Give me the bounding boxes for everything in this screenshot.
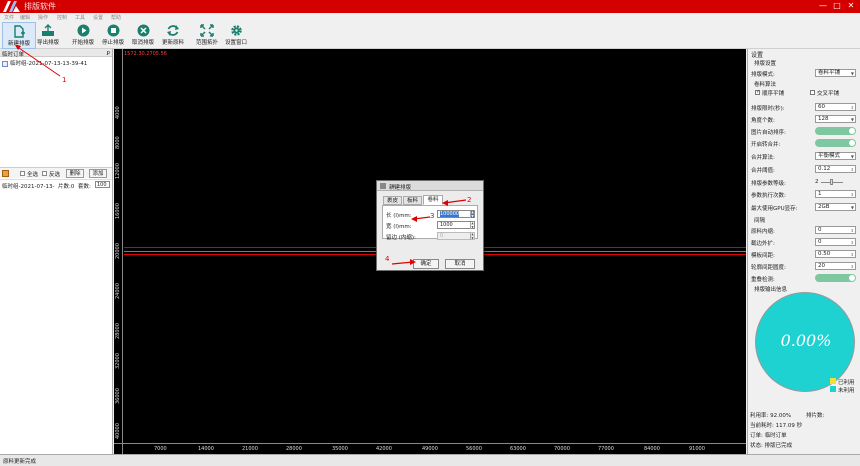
exec-count-label: 参数执行次数: xyxy=(751,193,786,199)
output-info-heading: 排版输出信息 xyxy=(754,287,788,293)
annotation-arrows xyxy=(15,45,467,265)
current-order: 订单: 临时订单 xyxy=(750,433,787,439)
legend-unused-swatch xyxy=(830,386,836,392)
spinner-icon: ⇕ xyxy=(850,240,854,245)
spinner-icon: ⇕ xyxy=(850,228,854,233)
legend-used-label: 已利用 xyxy=(838,380,855,386)
max-gpu-label: 最大使用GPU显存: xyxy=(751,206,798,212)
sequential-tile-checkbox[interactable] xyxy=(755,89,760,95)
edge-extension-value: 0 xyxy=(818,239,822,245)
overlap-check-label: 重叠检测: xyxy=(751,277,775,283)
algo-heading: 卷料算法 xyxy=(754,82,777,88)
time-limit-label: 排版限时(秒): xyxy=(751,106,785,112)
angle-count-value: 128 xyxy=(818,116,829,122)
chevron-down-icon: ▼ xyxy=(850,117,854,122)
cross-tile-label: 交叉平铺 xyxy=(817,91,840,97)
annotation-1: 1 xyxy=(62,76,67,84)
exec-count-input[interactable]: 1 ⇕ xyxy=(815,190,856,198)
angle-count-label: 角度个数: xyxy=(751,118,775,124)
mode-select[interactable]: 卷料平铺 ▼ xyxy=(815,69,856,77)
block-gap-value: 0.50 xyxy=(818,251,831,257)
block-gap-input[interactable]: 0.50 ⇕ xyxy=(815,250,856,258)
outline-input[interactable]: 20 ⇕ xyxy=(815,262,856,270)
inner-gap-input[interactable]: 0 ⇕ xyxy=(815,226,856,234)
spinner-icon: ⇕ xyxy=(850,252,854,257)
param-level-label: 排版参数等级: xyxy=(751,181,786,187)
spinner-icon: ⇕ xyxy=(850,105,854,110)
layout-status: 状态: 排版已完成 xyxy=(750,443,793,449)
merge-on-toggle[interactable] xyxy=(815,139,856,147)
mode-label: 排版模式: xyxy=(751,72,775,78)
auto-sort-label: 图片自动排序: xyxy=(751,130,786,136)
chevron-down-icon: ▼ xyxy=(850,71,854,76)
annotation-2: 2 xyxy=(467,196,472,204)
edge-extension-input[interactable]: 0 ⇕ xyxy=(815,238,856,246)
spinner-icon: ⇕ xyxy=(850,192,854,197)
sequential-tile-label: 顺序平铺 xyxy=(762,91,785,97)
max-gpu-select[interactable]: 2GB ▼ xyxy=(815,203,856,211)
inner-gap-label: 原料内缩: xyxy=(751,229,775,235)
layout-settings-heading: 排版设置 xyxy=(754,61,777,67)
exec-count-value: 1 xyxy=(818,191,822,197)
auto-sort-toggle[interactable] xyxy=(815,127,856,135)
settings-title: 设置 xyxy=(751,52,764,59)
inner-gap-value: 0 xyxy=(818,227,822,233)
annotation-3: 3 xyxy=(430,212,435,220)
settings-panel: 设置 排版设置 排版模式: 卷料平铺 ▼ 卷料算法 顺序平铺 交叉平铺 排版限时(… xyxy=(747,49,860,454)
outline-label: 轮廓间距圆度: xyxy=(751,265,786,271)
utilization-pie-chart: 0.00% xyxy=(755,292,855,392)
spinner-icon: ⇕ xyxy=(850,264,854,269)
spinner-icon: ⇕ xyxy=(850,167,854,172)
merge-threshold-label: 合并阈值: xyxy=(751,168,775,174)
merge-threshold-input[interactable]: 0.12 ⇕ xyxy=(815,165,856,173)
merge-threshold-value: 0.12 xyxy=(818,166,831,172)
block-gap-label: 模板间距: xyxy=(751,253,775,259)
angle-count-select[interactable]: 128 ▼ xyxy=(815,115,856,123)
app-window: 排版软件 — □ ✕ 文件 编辑 操作 控制 工具 设置 帮助 新建排版 导出排… xyxy=(0,0,860,466)
chevron-down-icon: ▼ xyxy=(850,154,854,159)
merge-algo-label: 合并算法: xyxy=(751,155,775,161)
outline-value: 20 xyxy=(818,263,825,269)
merge-on-label: 开启转合并: xyxy=(751,142,781,148)
chevron-down-icon: ▼ xyxy=(850,205,854,210)
gap-heading: 间隔 xyxy=(754,218,766,224)
utilization-rate: 利用率: 92.00% xyxy=(750,413,792,419)
legend-unused-label: 未利用 xyxy=(838,388,855,394)
status-message: 原料更新完成 xyxy=(3,459,37,465)
merge-algo-value: 平衡模式 xyxy=(818,153,841,159)
legend-used-swatch xyxy=(830,378,836,384)
edge-extension-label: 截边外扩: xyxy=(751,241,775,247)
time-limit-input[interactable]: 60 ⇕ xyxy=(815,103,856,111)
cross-tile-checkbox[interactable] xyxy=(810,90,815,95)
status-bar: 原料更新完成 xyxy=(0,454,860,466)
mode-value: 卷料平铺 xyxy=(818,70,841,76)
max-gpu-value: 2GB xyxy=(818,204,830,210)
param-level-slider-handle[interactable] xyxy=(830,179,833,185)
merge-algo-select[interactable]: 平衡模式 ▼ xyxy=(815,152,856,160)
annotation-4: 4 xyxy=(385,255,390,263)
overlap-check-toggle[interactable] xyxy=(815,274,856,282)
time-limit-value: 60 xyxy=(818,104,825,110)
pie-percentage: 0.00% xyxy=(780,331,832,350)
piece-count: 排片数: xyxy=(806,413,825,419)
elapsed-time: 当前耗时: 117.09 秒 xyxy=(750,423,803,429)
param-level-value: 2 xyxy=(815,179,819,185)
